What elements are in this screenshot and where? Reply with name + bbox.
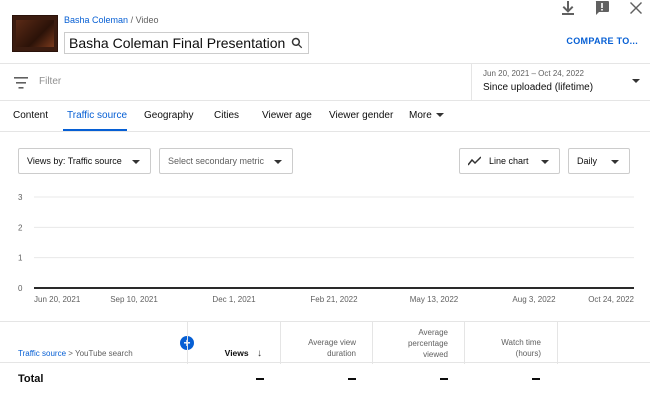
- chevron-down-icon: [435, 113, 444, 118]
- total-avg-view-duration-value: [348, 378, 356, 380]
- total-row: Total: [0, 363, 650, 396]
- chevron-down-icon: [611, 160, 619, 164]
- chart-type-dropdown[interactable]: Line chart: [459, 148, 560, 174]
- column-empty: [557, 322, 650, 364]
- column-views-label: Views: [224, 348, 249, 358]
- date-preset-text: Since uploaded (lifetime): [483, 82, 594, 93]
- header-crumbs: Basha Coleman / Video Basha Coleman Fina…: [64, 15, 310, 54]
- table-header: Traffic source > YouTube search + Views …: [0, 321, 650, 364]
- interval-label: Daily: [577, 156, 598, 166]
- column-avg-percentage-viewed[interactable]: Average percentage viewed: [372, 322, 464, 364]
- y-tick-label: 2: [18, 223, 23, 232]
- breadcrumb: Basha Coleman / Video: [64, 15, 309, 29]
- table-breadcrumb-current: YouTube search: [75, 349, 133, 358]
- x-tick-label: Sep 10, 2021: [110, 295, 158, 304]
- filter-bar: Filter Jun 20, 2021 – Oct 24, 2022 Since…: [0, 63, 650, 101]
- x-tick-label: May 13, 2022: [410, 295, 459, 304]
- close-icon[interactable]: [628, 0, 644, 16]
- search-icon: [292, 37, 303, 49]
- tab-geography[interactable]: Geography: [144, 110, 193, 121]
- x-tick-label: Oct 24, 2022: [588, 295, 634, 304]
- filter-input[interactable]: Filter: [39, 76, 61, 87]
- report-tabs: Content Traffic source Geography Cities …: [0, 101, 650, 132]
- tab-viewer-gender[interactable]: Viewer gender: [329, 110, 393, 121]
- x-tick-label: Feb 21, 2022: [310, 295, 358, 304]
- breadcrumb-type: Video: [135, 15, 159, 25]
- chevron-down-icon: [541, 160, 549, 164]
- column-header-avg-view-duration: Average view duration: [308, 338, 356, 358]
- chevron-down-icon: [132, 160, 140, 164]
- chart-type-label: Line chart: [489, 156, 529, 166]
- column-watch-time[interactable]: Watch time (hours): [464, 322, 557, 364]
- download-icon[interactable]: [560, 0, 576, 16]
- table-breadcrumb-root[interactable]: Traffic source: [18, 349, 66, 358]
- y-tick-label: 0: [18, 284, 23, 293]
- column-header-views: Views ↓: [225, 348, 262, 359]
- date-range-text: Jun 20, 2021 – Oct 24, 2022: [483, 69, 584, 78]
- video-thumbnail[interactable]: [12, 15, 58, 52]
- tab-more[interactable]: More: [409, 110, 444, 121]
- column-header-avg-percentage-viewed: Average percentage viewed: [407, 328, 448, 359]
- feedback-icon[interactable]: [594, 0, 610, 16]
- video-header: Basha Coleman / Video Basha Coleman Fina…: [12, 15, 310, 54]
- sort-down-icon: ↓: [257, 348, 262, 359]
- total-views-value: [256, 378, 264, 380]
- column-views[interactable]: Views ↓: [187, 322, 280, 364]
- x-tick-label: Aug 3, 2022: [512, 295, 556, 304]
- line-chart-icon: [468, 156, 481, 166]
- tab-traffic-source[interactable]: Traffic source: [67, 110, 127, 121]
- compare-to-button[interactable]: COMPARE TO...: [566, 36, 638, 46]
- y-tick-label: 3: [18, 193, 23, 202]
- active-tab-indicator: [63, 129, 127, 131]
- breadcrumb-channel[interactable]: Basha Coleman: [64, 15, 128, 25]
- column-header-watch-time: Watch time (hours): [501, 338, 541, 358]
- x-tick-label: Jun 20, 2021: [34, 295, 81, 304]
- tab-viewer-age[interactable]: Viewer age: [262, 110, 312, 121]
- chevron-down-icon: [274, 160, 282, 164]
- views-by-label: Views by: Traffic source: [27, 156, 122, 166]
- line-chart: 3 2 1 0 Jun 20, 2021 Sep 10, 2021 Dec 1, 2021 F…: [18, 193, 635, 304]
- filter-icon[interactable]: [14, 76, 28, 89]
- tab-content[interactable]: Content: [13, 110, 48, 121]
- views-chart: 3 2 1 0 Jun 20, 2021 Sep 10, 2021 Dec 1, 2021 F…: [0, 186, 650, 311]
- video-selector[interactable]: Basha Coleman Final Presentation: [64, 32, 310, 54]
- date-range-picker[interactable]: Jun 20, 2021 – Oct 24, 2022 Since upload…: [471, 64, 650, 101]
- column-avg-view-duration[interactable]: Average view duration: [280, 322, 372, 364]
- interval-dropdown[interactable]: Daily: [568, 148, 630, 174]
- views-by-dropdown[interactable]: Views by: Traffic source: [18, 148, 151, 174]
- breadcrumb-separator: /: [130, 15, 134, 25]
- x-tick-label: Dec 1, 2021: [212, 295, 256, 304]
- table-breadcrumb: Traffic source > YouTube search: [18, 349, 133, 358]
- table-breadcrumb-separator: >: [68, 349, 73, 358]
- secondary-metric-label: Select secondary metric: [168, 156, 265, 166]
- video-title: Basha Coleman Final Presentation: [69, 35, 286, 51]
- chevron-down-icon: [632, 79, 640, 83]
- tab-more-label: More: [409, 110, 432, 121]
- top-toolbar: [560, 0, 644, 16]
- total-avg-percentage-value: [440, 378, 448, 380]
- total-watch-time-value: [532, 378, 540, 380]
- tab-cities[interactable]: Cities: [214, 110, 239, 121]
- secondary-metric-dropdown[interactable]: Select secondary metric: [159, 148, 293, 174]
- y-tick-label: 1: [18, 254, 23, 263]
- total-label: Total: [18, 373, 44, 385]
